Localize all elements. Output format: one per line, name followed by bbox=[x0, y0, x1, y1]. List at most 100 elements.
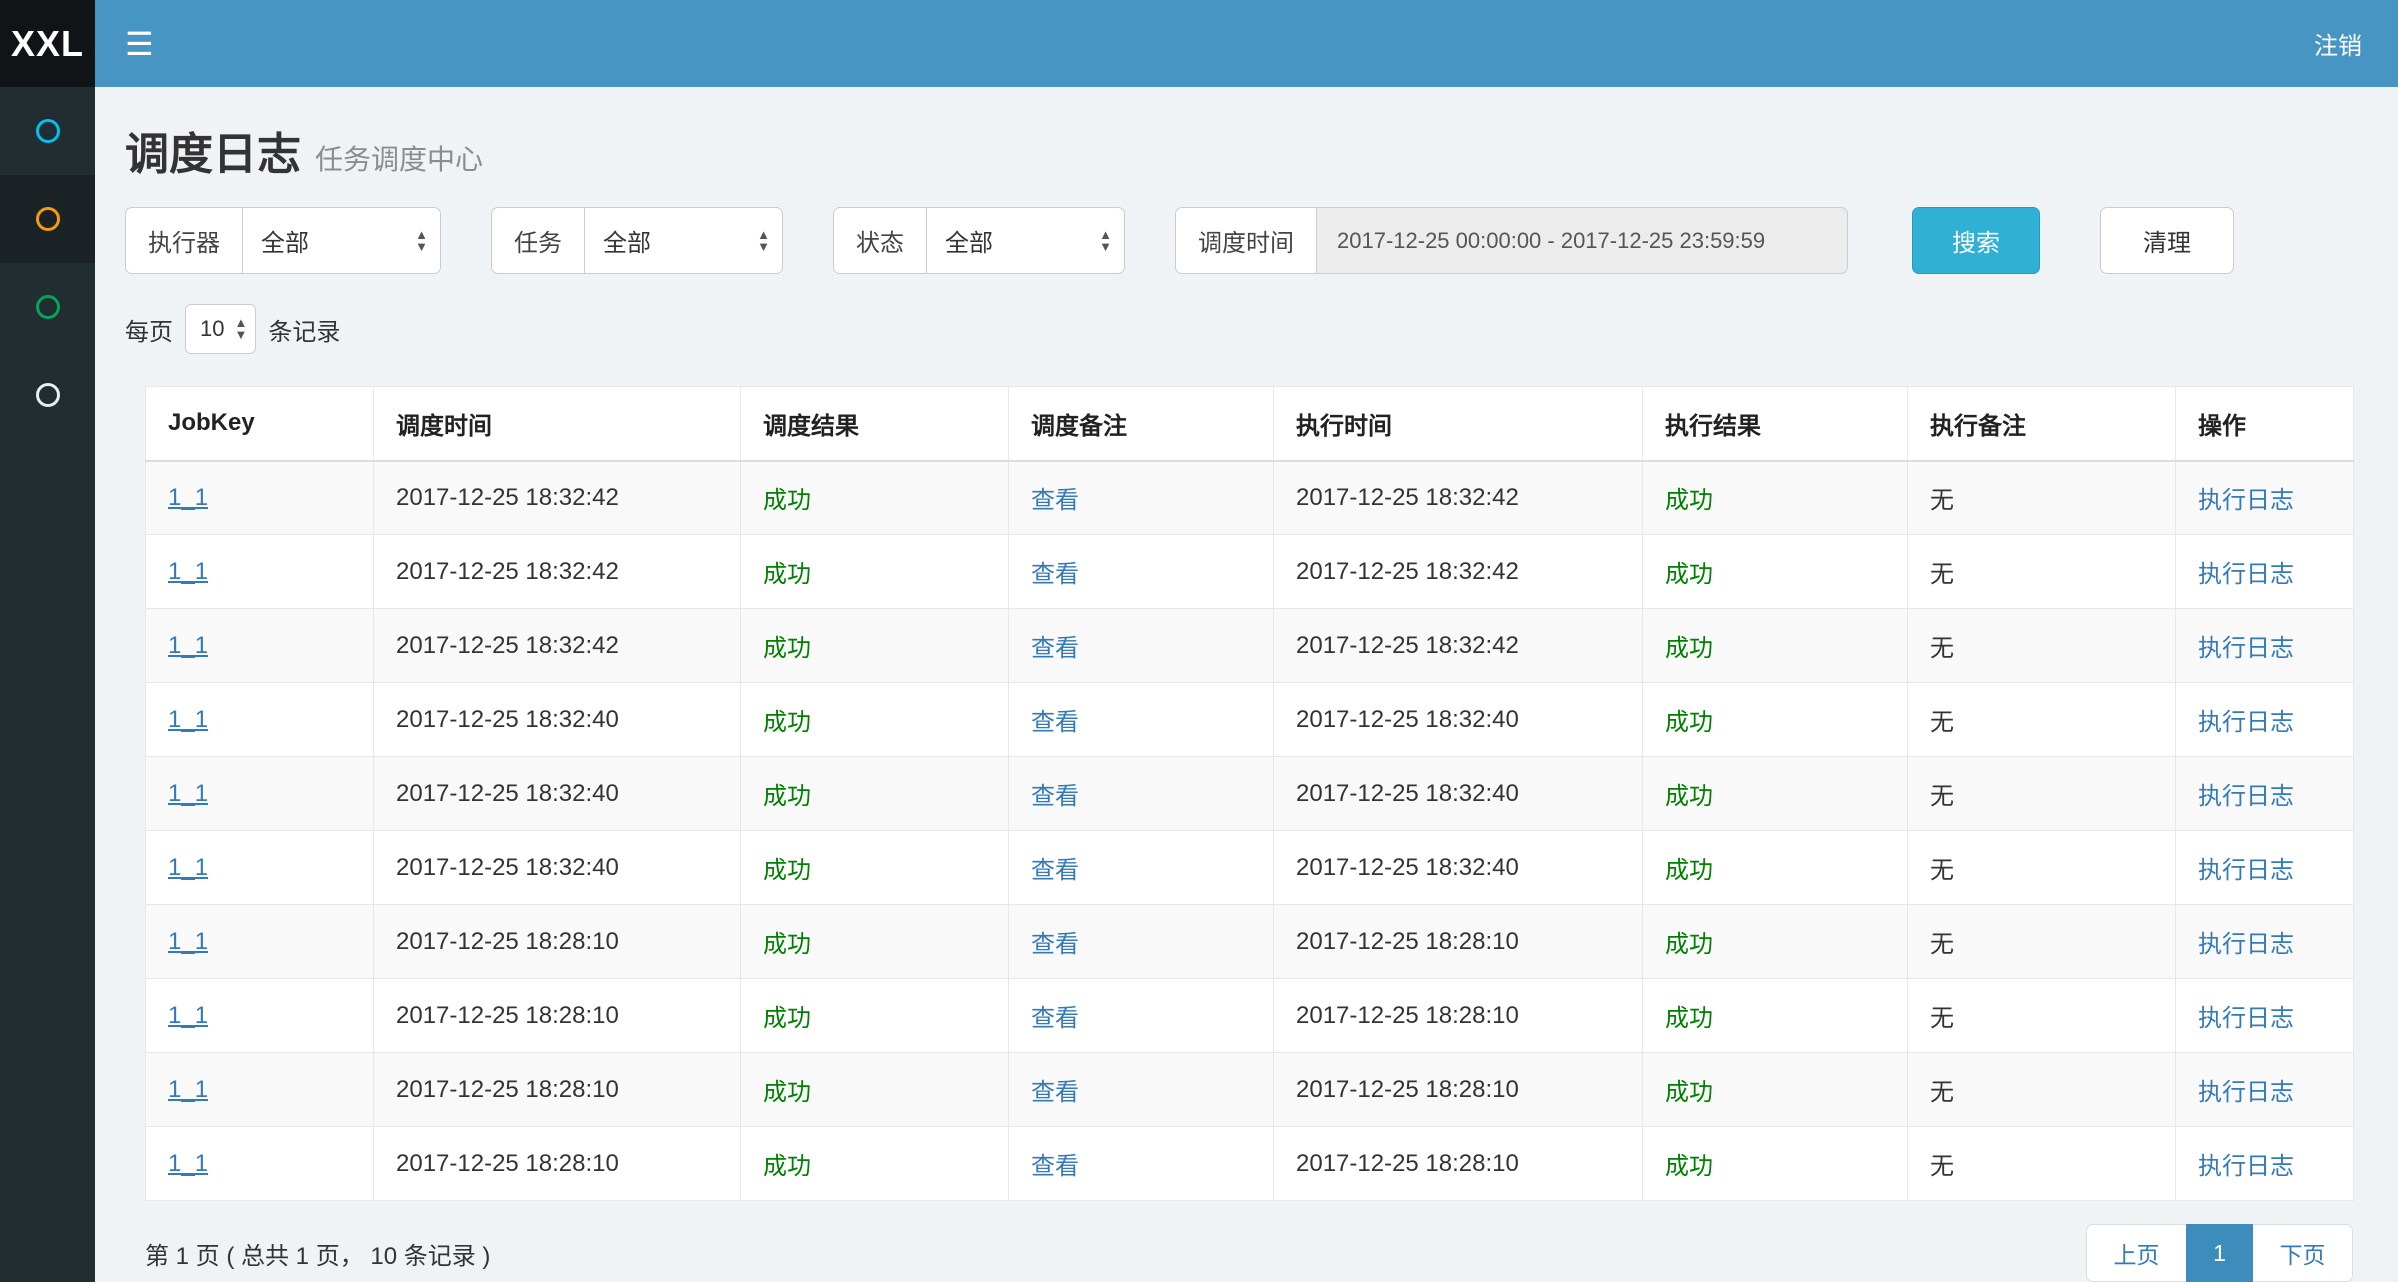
exec-log-link[interactable]: 执行日志 bbox=[2198, 1153, 2294, 1180]
jobkey-link[interactable]: 1_1 bbox=[168, 1150, 208, 1177]
job-filter-label: 任务 bbox=[491, 207, 584, 274]
pagesize-select[interactable]: 10 ▲▼ bbox=[185, 304, 256, 354]
handle-msg-cell: 无 bbox=[1908, 461, 2176, 535]
trigger-msg-link[interactable]: 查看 bbox=[1031, 635, 1079, 662]
circle-icon bbox=[36, 119, 60, 143]
trigger-msg-link[interactable]: 查看 bbox=[1031, 1079, 1079, 1106]
table-row: 1_1 2017-12-25 18:32:40 成功 查看 2017-12-25… bbox=[146, 683, 2354, 757]
trigger-msg-link[interactable]: 查看 bbox=[1031, 857, 1079, 884]
status-select[interactable]: 全部 ▲▼ bbox=[926, 207, 1125, 274]
table-row: 1_1 2017-12-25 18:32:42 成功 查看 2017-12-25… bbox=[146, 535, 2354, 609]
trigger-msg-link[interactable]: 查看 bbox=[1031, 783, 1079, 810]
trigger-result-cell: 成功 bbox=[741, 757, 1009, 831]
trigger-time-cell: 2017-12-25 18:28:10 bbox=[374, 1053, 741, 1127]
table-row: 1_1 2017-12-25 18:32:42 成功 查看 2017-12-25… bbox=[146, 609, 2354, 683]
trigger-msg-link[interactable]: 查看 bbox=[1031, 561, 1079, 588]
sidebar-toggle-icon[interactable]: ☰ bbox=[95, 0, 184, 87]
trigger-result-cell: 成功 bbox=[741, 905, 1009, 979]
exec-log-link[interactable]: 执行日志 bbox=[2198, 561, 2294, 588]
handle-msg-cell: 无 bbox=[1908, 831, 2176, 905]
clear-button[interactable]: 清理 bbox=[2100, 207, 2234, 274]
header-handle-msg: 执行备注 bbox=[1908, 387, 2176, 461]
jobkey-link[interactable]: 1_1 bbox=[168, 1002, 208, 1029]
prev-page-button[interactable]: 上页 bbox=[2086, 1224, 2186, 1282]
app-logo: XXL bbox=[0, 0, 95, 87]
search-button[interactable]: 搜索 bbox=[1912, 207, 2040, 274]
jobkey-link[interactable]: 1_1 bbox=[168, 1076, 208, 1103]
executor-filter-group: 执行器 全部 ▲▼ bbox=[125, 207, 441, 274]
exec-log-link[interactable]: 执行日志 bbox=[2198, 857, 2294, 884]
handle-result-cell: 成功 bbox=[1643, 905, 1908, 979]
exec-log-link[interactable]: 执行日志 bbox=[2198, 1079, 2294, 1106]
circle-icon bbox=[36, 295, 60, 319]
circle-icon bbox=[36, 383, 60, 407]
job-filter-group: 任务 全部 ▲▼ bbox=[491, 207, 783, 274]
job-select[interactable]: 全部 ▲▼ bbox=[584, 207, 783, 274]
handle-msg-cell: 无 bbox=[1908, 1053, 2176, 1127]
pagination-info: 第 1 页 ( 总共 1 页， 10 条记录 ) bbox=[145, 1236, 490, 1271]
trigger-msg-link[interactable]: 查看 bbox=[1031, 931, 1079, 958]
sidebar-item-3[interactable] bbox=[0, 263, 95, 351]
sidebar-item-1[interactable] bbox=[0, 87, 95, 175]
exec-log-link[interactable]: 执行日志 bbox=[2198, 709, 2294, 736]
handle-msg-cell: 无 bbox=[1908, 683, 2176, 757]
status-filter-group: 状态 全部 ▲▼ bbox=[833, 207, 1125, 274]
handle-time-cell: 2017-12-25 18:28:10 bbox=[1274, 1127, 1643, 1201]
handle-msg-cell: 无 bbox=[1908, 609, 2176, 683]
next-page-button[interactable]: 下页 bbox=[2253, 1224, 2353, 1282]
handle-time-cell: 2017-12-25 18:32:42 bbox=[1274, 461, 1643, 535]
trigger-time-cell: 2017-12-25 18:28:10 bbox=[374, 1127, 741, 1201]
executor-select-value: 全部 bbox=[261, 223, 309, 258]
exec-log-link[interactable]: 执行日志 bbox=[2198, 487, 2294, 514]
jobkey-link[interactable]: 1_1 bbox=[168, 780, 208, 807]
handle-time-cell: 2017-12-25 18:32:42 bbox=[1274, 535, 1643, 609]
log-table: JobKey 调度时间 调度结果 调度备注 执行时间 执行结果 执行备注 操作 … bbox=[145, 386, 2354, 1201]
exec-log-link[interactable]: 执行日志 bbox=[2198, 783, 2294, 810]
logout-link[interactable]: 注销 bbox=[2314, 26, 2362, 61]
trigger-msg-link[interactable]: 查看 bbox=[1031, 487, 1079, 514]
trigger-result-cell: 成功 bbox=[741, 683, 1009, 757]
trigger-time-range-input[interactable]: 2017-12-25 00:00:00 - 2017-12-25 23:59:5… bbox=[1316, 207, 1848, 274]
table-row: 1_1 2017-12-25 18:28:10 成功 查看 2017-12-25… bbox=[146, 1127, 2354, 1201]
sidebar-item-2[interactable] bbox=[0, 175, 95, 263]
handle-result-cell: 成功 bbox=[1643, 831, 1908, 905]
trigger-result-cell: 成功 bbox=[741, 1127, 1009, 1201]
exec-log-link[interactable]: 执行日志 bbox=[2198, 1005, 2294, 1032]
handle-msg-cell: 无 bbox=[1908, 535, 2176, 609]
trigger-msg-link[interactable]: 查看 bbox=[1031, 1153, 1079, 1180]
top-navbar: XXL ☰ 注销 bbox=[0, 0, 2398, 87]
header-action: 操作 bbox=[2176, 387, 2354, 461]
filter-bar: 执行器 全部 ▲▼ 任务 全部 ▲▼ 状态 全部 ▲▼ bbox=[125, 207, 2352, 274]
trigger-result-cell: 成功 bbox=[741, 535, 1009, 609]
trigger-time-cell: 2017-12-25 18:32:42 bbox=[374, 535, 741, 609]
trigger-msg-link[interactable]: 查看 bbox=[1031, 709, 1079, 736]
jobkey-link[interactable]: 1_1 bbox=[168, 928, 208, 955]
handle-msg-cell: 无 bbox=[1908, 1127, 2176, 1201]
jobkey-link[interactable]: 1_1 bbox=[168, 632, 208, 659]
exec-log-link[interactable]: 执行日志 bbox=[2198, 931, 2294, 958]
exec-log-link[interactable]: 执行日志 bbox=[2198, 635, 2294, 662]
handle-time-cell: 2017-12-25 18:28:10 bbox=[1274, 979, 1643, 1053]
jobkey-link[interactable]: 1_1 bbox=[168, 854, 208, 881]
handle-time-cell: 2017-12-25 18:32:40 bbox=[1274, 683, 1643, 757]
jobkey-link[interactable]: 1_1 bbox=[168, 558, 208, 585]
navbar-main: ☰ 注销 bbox=[95, 0, 2398, 87]
sidebar-item-4[interactable] bbox=[0, 351, 95, 439]
pagination: 上页 1 下页 bbox=[2086, 1224, 2353, 1282]
executor-select[interactable]: 全部 ▲▼ bbox=[242, 207, 441, 274]
current-page-button[interactable]: 1 bbox=[2186, 1224, 2253, 1282]
handle-msg-cell: 无 bbox=[1908, 757, 2176, 831]
trigger-time-range-value: 2017-12-25 00:00:00 - 2017-12-25 23:59:5… bbox=[1337, 228, 1765, 254]
trigger-time-filter-label: 调度时间 bbox=[1175, 207, 1316, 274]
jobkey-link[interactable]: 1_1 bbox=[168, 484, 208, 511]
sidebar-menu bbox=[0, 87, 95, 1282]
pagesize-suffix: 条记录 bbox=[268, 312, 340, 347]
handle-time-cell: 2017-12-25 18:28:10 bbox=[1274, 905, 1643, 979]
jobkey-link[interactable]: 1_1 bbox=[168, 706, 208, 733]
trigger-time-cell: 2017-12-25 18:32:42 bbox=[374, 461, 741, 535]
handle-result-cell: 成功 bbox=[1643, 535, 1908, 609]
trigger-msg-link[interactable]: 查看 bbox=[1031, 1005, 1079, 1032]
executor-filter-label: 执行器 bbox=[125, 207, 242, 274]
log-table-wrap: JobKey 调度时间 调度结果 调度备注 执行时间 执行结果 执行备注 操作 … bbox=[145, 386, 2352, 1201]
select-arrows-icon: ▲▼ bbox=[415, 229, 428, 253]
